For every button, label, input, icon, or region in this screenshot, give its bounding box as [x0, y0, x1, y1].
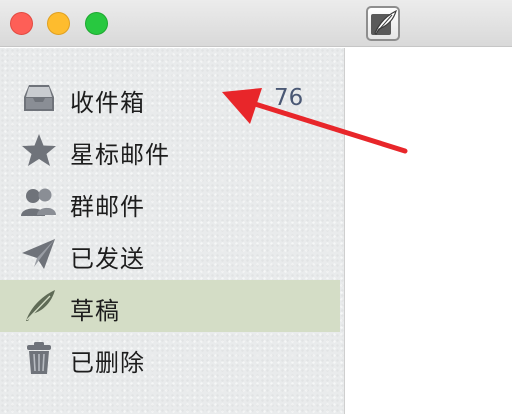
- unread-count-badge: 76: [274, 85, 304, 111]
- sidebar-item-group-mail[interactable]: 群邮件: [0, 176, 340, 228]
- star-icon: [22, 134, 56, 166]
- sidebar-item-inbox[interactable]: 收件箱 76: [0, 72, 340, 124]
- quill-icon: [26, 290, 55, 321]
- sidebar-item-label: 已发送: [70, 245, 145, 273]
- sidebar-item-sent[interactable]: 已发送: [0, 228, 340, 280]
- sidebar-item-label: 已删除: [70, 349, 145, 377]
- close-window-button[interactable]: [10, 12, 33, 35]
- sidebar-item-label: 星标邮件: [70, 141, 170, 169]
- group-icon: [21, 188, 56, 216]
- zoom-window-button[interactable]: [85, 12, 108, 35]
- minimize-window-button[interactable]: [47, 12, 70, 35]
- sidebar-item-label: 草稿: [70, 297, 120, 325]
- compose-button[interactable]: [366, 6, 400, 41]
- trash-icon: [27, 342, 51, 374]
- title-bar: [0, 0, 512, 47]
- sidebar-item-starred[interactable]: 星标邮件: [0, 124, 340, 176]
- sidebar-item-trash[interactable]: 已删除: [0, 332, 340, 384]
- sidebar-item-label: 群邮件: [70, 193, 145, 221]
- paper-plane-icon: [22, 239, 55, 269]
- sidebar-item-drafts[interactable]: 草稿: [0, 280, 340, 332]
- sidebar-item-label: 收件箱: [70, 89, 145, 117]
- inbox-icon: [24, 85, 54, 111]
- compose-icon: [371, 10, 397, 35]
- message-list-pane: [346, 48, 512, 414]
- mailbox-sidebar: 收件箱 76 星标邮件 群邮件 已发送 草稿 已删除: [0, 48, 345, 414]
